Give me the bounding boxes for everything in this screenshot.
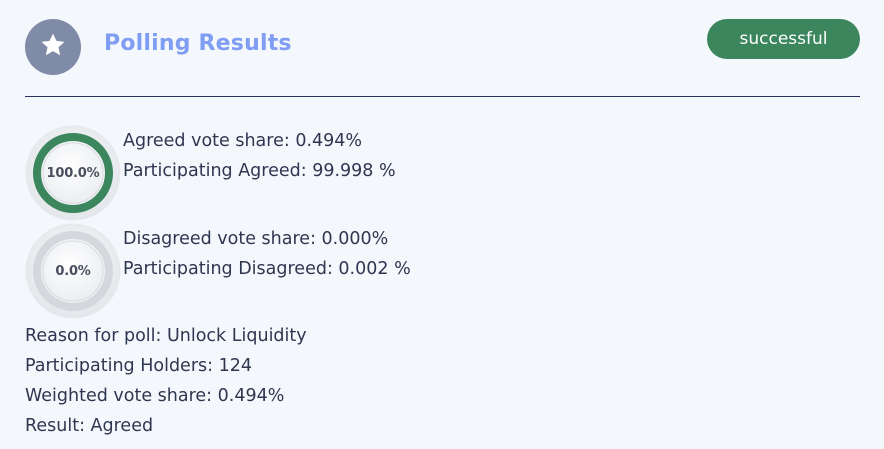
header-divider bbox=[25, 96, 860, 97]
disagreed-vote-share: Disagreed vote share: 0.000% bbox=[123, 229, 389, 249]
poll-reason: Reason for poll: Unlock Liquidity bbox=[25, 326, 307, 346]
agreed-vote-share: Agreed vote share: 0.494% bbox=[123, 131, 363, 151]
status-badge: successful bbox=[707, 19, 860, 59]
disagreed-gauge: 0.0% bbox=[25, 223, 121, 319]
participating-disagreed: Participating Disagreed: 0.002 % bbox=[123, 259, 411, 279]
avatar bbox=[25, 19, 81, 75]
poll-result: Result: Agreed bbox=[25, 416, 154, 436]
polling-results-card: Polling Results successful 100.0% Agreed… bbox=[0, 0, 884, 449]
agreed-percent: 100.0% bbox=[46, 165, 100, 181]
disagreed-percent: 0.0% bbox=[55, 263, 91, 279]
star-icon bbox=[39, 31, 67, 63]
page-title: Polling Results bbox=[104, 31, 292, 56]
participating-holders: Participating Holders: 124 bbox=[25, 356, 252, 376]
participating-agreed: Participating Agreed: 99.998 % bbox=[123, 161, 396, 181]
weighted-vote-share: Weighted vote share: 0.494% bbox=[25, 386, 285, 406]
agreed-gauge: 100.0% bbox=[25, 125, 121, 221]
